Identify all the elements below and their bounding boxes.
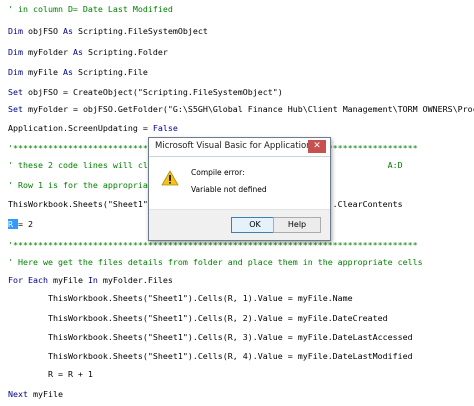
keyword: Set (8, 87, 23, 97)
keyword: In (87, 275, 98, 285)
keyword: Dim (8, 67, 23, 77)
keyword: Dim (8, 26, 23, 36)
code-line: Dim myFile As Scripting.File (8, 65, 148, 79)
code-text: myFolder = objFSO.GetFolder("G:\S5GH\Glo… (23, 104, 474, 114)
code-text: myFile (47, 275, 88, 285)
keyword: False (152, 123, 178, 133)
code-line: ThisWorkbook.Sheets("Sheet1").Cells(R, 4… (8, 351, 413, 361)
keyword: Next (8, 389, 28, 399)
code-line: R = R + 1 (8, 369, 93, 379)
code-text: Scripting.File (72, 67, 148, 77)
code-line: R = 2 (8, 217, 33, 231)
keyword: Set (8, 104, 23, 114)
code-text: myFolder (23, 47, 73, 57)
code-text: = 2 (18, 219, 33, 229)
close-icon[interactable]: ✕ (308, 140, 326, 153)
code-line: ' Here we get the files details from fol… (8, 257, 423, 267)
code-line: ThisWorkbook.Sheets("Sheet1").Cells(R, 2… (8, 313, 388, 323)
code-line: ThisWorkbook.Sheets("Sheet1").Cells(R, 3… (8, 332, 413, 342)
ok-button[interactable]: OK (231, 217, 279, 233)
code-text: myFolder.Files (97, 275, 173, 285)
keyword: Dim (8, 47, 23, 57)
dialog-title: Microsoft Visual Basic for Applications (155, 141, 316, 151)
warning-icon (161, 170, 179, 186)
keyword: As (62, 26, 73, 36)
code-line: ' Row 1 is for the appropriat (8, 180, 153, 190)
code-line: Set myFolder = objFSO.GetFolder("G:\S5GH… (8, 102, 474, 116)
code-line: Dim myFolder As Scripting.Folder (8, 45, 168, 59)
code-text: Application.ScreenUpdating = (8, 123, 153, 133)
code-text: myFile (23, 67, 63, 77)
code-text: myFile (27, 389, 63, 399)
error-heading: Compile error: (191, 168, 245, 177)
help-button[interactable]: Help (273, 217, 321, 233)
code-line: Next myFile (8, 387, 63, 401)
keyword: As (62, 67, 73, 77)
code-line: ' in column D= Date Last Modified (8, 4, 173, 14)
code-line: Dim objFSO As Scripting.FileSystemObject (8, 24, 208, 38)
code-line: Application.ScreenUpdating = False (8, 121, 178, 135)
code-text: objFSO (23, 26, 63, 36)
dialog-button-bar: OK Help (149, 209, 330, 240)
code-text: Scripting.Folder (82, 47, 168, 57)
selected-text[interactable]: R (8, 219, 18, 229)
code-line: For Each myFile In myFolder.Files (8, 273, 173, 287)
error-message: Variable not defined (191, 185, 267, 194)
code-text: objFSO = CreateObject("Scripting.FileSys… (23, 87, 283, 97)
code-line: ThisWorkbook.Sheets("Sheet1").Cells(R, 1… (8, 293, 353, 303)
keyword: As (72, 47, 83, 57)
code-line: Set objFSO = CreateObject("Scripting.Fil… (8, 85, 283, 99)
compile-error-dialog: Microsoft Visual Basic for Applications … (148, 137, 331, 241)
dialog-titlebar[interactable]: Microsoft Visual Basic for Applications … (149, 138, 330, 157)
keyword: For Each (8, 275, 48, 285)
code-text: Scripting.FileSystemObject (72, 26, 208, 36)
